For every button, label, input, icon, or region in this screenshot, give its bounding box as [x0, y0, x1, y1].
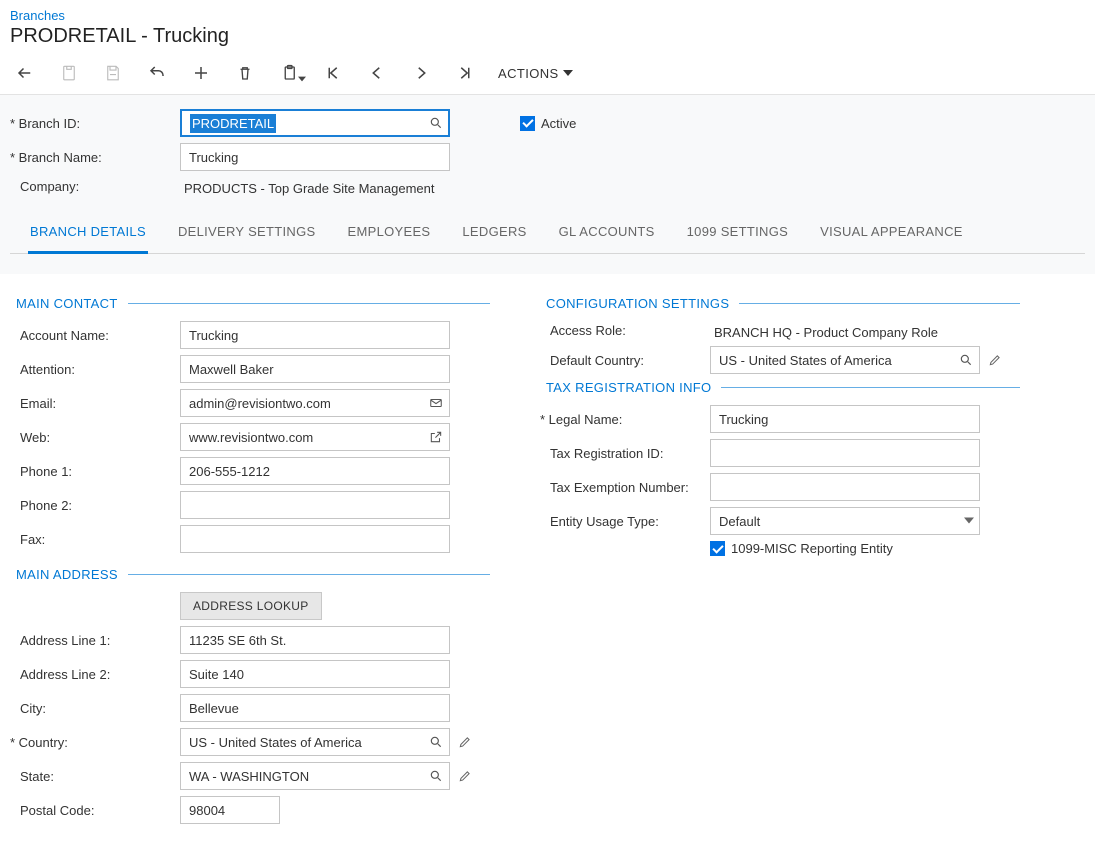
header-form: Branch ID: PRODRETAIL Active Branch Name… [0, 95, 1095, 274]
web-input[interactable] [180, 423, 450, 451]
search-icon[interactable] [426, 766, 446, 786]
country-label: Country: [10, 735, 180, 750]
save-icon [102, 62, 124, 84]
web-label: Web: [10, 430, 180, 445]
addr-line1-input[interactable] [180, 626, 450, 654]
addr-line1-label: Address Line 1: [10, 633, 180, 648]
add-icon[interactable] [190, 62, 212, 84]
first-record-icon[interactable] [322, 62, 344, 84]
tab-employees[interactable]: EMPLOYEES [346, 214, 433, 253]
search-icon[interactable] [426, 113, 446, 133]
pencil-icon[interactable] [986, 351, 1004, 369]
phone1-input[interactable] [180, 457, 450, 485]
phone2-input[interactable] [180, 491, 450, 519]
entity-usage-select[interactable] [710, 507, 980, 535]
search-icon[interactable] [426, 732, 446, 752]
country-input[interactable] [180, 728, 450, 756]
main-address-header: MAIN ADDRESS [16, 567, 490, 582]
account-name-label: Account Name: [10, 328, 180, 343]
undo-icon[interactable] [146, 62, 168, 84]
actions-label: ACTIONS [498, 66, 559, 81]
save-close-icon [58, 62, 80, 84]
phone2-label: Phone 2: [10, 498, 180, 513]
fax-input[interactable] [180, 525, 450, 553]
postal-label: Postal Code: [10, 803, 180, 818]
prev-record-icon[interactable] [366, 62, 388, 84]
external-link-icon[interactable] [426, 427, 446, 447]
delete-icon[interactable] [234, 62, 256, 84]
search-icon[interactable] [956, 350, 976, 370]
tax-reg-input[interactable] [710, 439, 980, 467]
mail-icon[interactable] [426, 393, 446, 413]
pencil-icon[interactable] [456, 767, 474, 785]
default-country-label: Default Country: [540, 353, 710, 368]
state-label: State: [10, 769, 180, 784]
main-contact-header: MAIN CONTACT [16, 296, 490, 311]
branch-name-label: Branch Name: [10, 150, 180, 165]
city-input[interactable] [180, 694, 450, 722]
email-input[interactable] [180, 389, 450, 417]
tax-exempt-input[interactable] [710, 473, 980, 501]
pencil-icon[interactable] [456, 733, 474, 751]
branch-name-input[interactable] [180, 143, 450, 171]
page-title: PRODRETAIL - Trucking [0, 23, 1095, 56]
misc-reporting-label: 1099-MISC Reporting Entity [731, 541, 893, 556]
tab-ledgers[interactable]: LEDGERS [460, 214, 528, 253]
toolbar: ACTIONS [0, 56, 1095, 95]
misc-reporting-checkbox[interactable] [710, 541, 725, 556]
branch-id-label: Branch ID: [10, 116, 180, 131]
legal-name-label: Legal Name: [540, 412, 710, 427]
last-record-icon[interactable] [454, 62, 476, 84]
tabs: BRANCH DETAILS DELIVERY SETTINGS EMPLOYE… [10, 214, 1085, 254]
tab-gl-accounts[interactable]: GL ACCOUNTS [557, 214, 657, 253]
access-role-label: Access Role: [540, 323, 710, 338]
entity-usage-label: Entity Usage Type: [540, 514, 710, 529]
attention-input[interactable] [180, 355, 450, 383]
attention-label: Attention: [10, 362, 180, 377]
addr-line2-input[interactable] [180, 660, 450, 688]
tax-header: TAX REGISTRATION INFO [546, 380, 1020, 395]
phone1-label: Phone 1: [10, 464, 180, 479]
next-record-icon[interactable] [410, 62, 432, 84]
active-label: Active [541, 116, 576, 131]
tax-exempt-label: Tax Exemption Number: [540, 480, 710, 495]
access-role-value: BRANCH HQ - Product Company Role [710, 321, 938, 340]
address-lookup-button[interactable]: ADDRESS LOOKUP [180, 592, 322, 620]
chevron-down-icon[interactable] [964, 514, 974, 529]
actions-menu[interactable]: ACTIONS [498, 66, 573, 81]
tab-content: MAIN CONTACT Account Name: Attention: Em… [0, 274, 1095, 848]
tab-1099-settings[interactable]: 1099 SETTINGS [685, 214, 790, 253]
account-name-input[interactable] [180, 321, 450, 349]
tab-branch-details[interactable]: BRANCH DETAILS [28, 214, 148, 254]
city-label: City: [10, 701, 180, 716]
company-label: Company: [10, 179, 180, 194]
config-header: CONFIGURATION SETTINGS [546, 296, 1020, 311]
default-country-input[interactable] [710, 346, 980, 374]
tab-delivery-settings[interactable]: DELIVERY SETTINGS [176, 214, 318, 253]
company-value: PRODUCTS - Top Grade Site Management [180, 177, 450, 196]
fax-label: Fax: [10, 532, 180, 547]
branch-id-input[interactable]: PRODRETAIL [180, 109, 450, 137]
legal-name-input[interactable] [710, 405, 980, 433]
email-label: Email: [10, 396, 180, 411]
addr-line2-label: Address Line 2: [10, 667, 180, 682]
active-checkbox[interactable] [520, 116, 535, 131]
tab-visual-appearance[interactable]: VISUAL APPEARANCE [818, 214, 965, 253]
clipboard-icon[interactable] [278, 62, 300, 84]
postal-input[interactable] [180, 796, 280, 824]
back-icon[interactable] [14, 62, 36, 84]
breadcrumb[interactable]: Branches [0, 0, 65, 23]
tax-reg-label: Tax Registration ID: [540, 446, 710, 461]
state-input[interactable] [180, 762, 450, 790]
